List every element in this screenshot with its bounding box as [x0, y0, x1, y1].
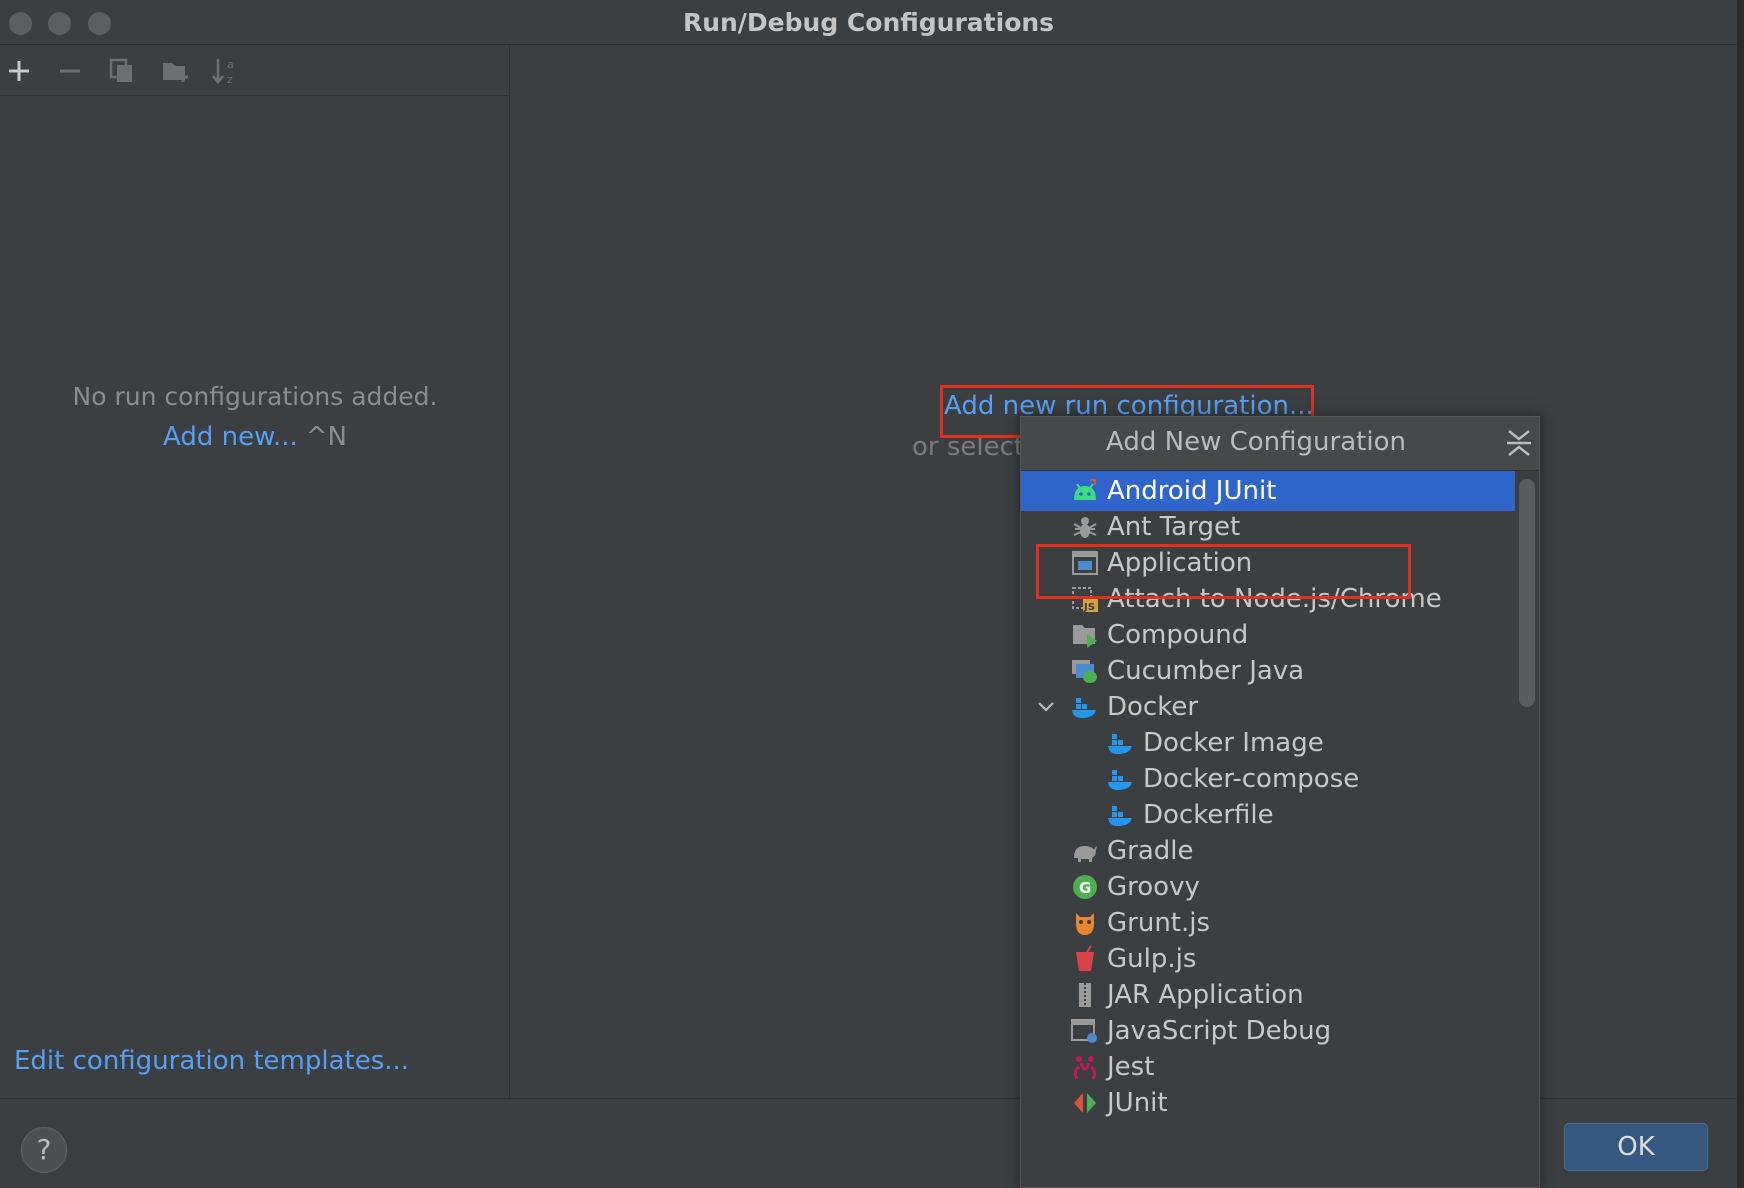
list-item-ant-target[interactable]: Ant Target [1021, 507, 1515, 547]
add-new-link[interactable]: Add new... [163, 422, 298, 452]
jest-icon [1069, 1051, 1101, 1083]
edit-configuration-templates-link[interactable]: Edit configuration templates... [14, 1046, 409, 1076]
list-item-android-junit[interactable]: Android JUnit [1021, 471, 1515, 511]
svg-text:G: G [1079, 879, 1091, 897]
list-item-label: Groovy [1107, 872, 1200, 902]
new-folder-icon[interactable] [158, 54, 192, 88]
docker-icon [1105, 763, 1137, 795]
list-item-gradle[interactable]: Gradle [1021, 831, 1515, 871]
highlight-box-application [1036, 544, 1411, 599]
svg-text:a: a [227, 58, 234, 71]
popup-scrollbar[interactable] [1519, 479, 1535, 707]
list-item-label: Cucumber Java [1107, 656, 1305, 686]
popup-header: Add New Configuration [1021, 417, 1539, 471]
list-item-gulp[interactable]: Gulp.js [1021, 939, 1515, 979]
add-new-row: Add new... ^N [0, 422, 510, 452]
add-new-shortcut: ^N [305, 422, 347, 452]
configurations-toolbar: az [0, 46, 510, 96]
list-item-label: Docker Image [1143, 728, 1324, 758]
list-item-label: JAR Application [1107, 980, 1304, 1010]
list-item-label: Docker [1107, 692, 1199, 722]
collapse-all-icon[interactable] [1505, 427, 1533, 459]
docker-icon [1105, 727, 1137, 759]
compound-folder-icon [1069, 619, 1101, 651]
jar-icon [1069, 979, 1101, 1011]
list-item-label: Jest [1107, 1052, 1155, 1082]
list-item-compound[interactable]: Compound [1021, 615, 1515, 655]
gradle-elephant-icon [1069, 835, 1101, 867]
list-item-label: Docker-compose [1143, 764, 1360, 794]
window-title: Run/Debug Configurations [682, 8, 1055, 37]
help-button[interactable]: ? [21, 1127, 67, 1173]
list-item-label: JUnit [1107, 1088, 1168, 1118]
popup-title: Add New Configuration [1106, 427, 1406, 457]
list-item-jar-application[interactable]: JAR Application [1021, 975, 1515, 1015]
list-item-label: Ant Target [1107, 512, 1241, 542]
add-icon[interactable] [2, 54, 36, 88]
javascript-debug-icon [1069, 1015, 1101, 1047]
remove-icon[interactable] [53, 54, 87, 88]
configurations-tree-pane: az No run configurations added. Add new.… [0, 46, 510, 1098]
list-item-label: Gulp.js [1107, 944, 1197, 974]
list-item-label: Gradle [1107, 836, 1194, 866]
title-bar: Run/Debug Configurations [0, 0, 1737, 45]
list-item-cucumber-java[interactable]: Cucumber Java [1021, 651, 1515, 691]
ok-button[interactable]: OK [1564, 1123, 1708, 1171]
sort-alphabetically-icon[interactable]: az [208, 54, 242, 88]
list-item-jest[interactable]: Jest [1021, 1047, 1515, 1087]
svg-text:z: z [227, 73, 233, 86]
docker-icon [1105, 799, 1137, 831]
junit-icon [1069, 1087, 1101, 1119]
copy-icon[interactable] [105, 54, 139, 88]
list-item-dockerfile[interactable]: Dockerfile [1021, 795, 1515, 835]
empty-configurations-message: No run configurations added. [72, 382, 438, 411]
cucumber-icon [1069, 655, 1101, 687]
docker-icon [1069, 691, 1101, 723]
list-item-groovy[interactable]: G Groovy [1021, 867, 1515, 907]
list-item-docker-image[interactable]: Docker Image [1021, 723, 1515, 763]
ant-icon [1069, 511, 1101, 543]
grunt-icon [1069, 907, 1101, 939]
svg-text:JS: JS [1083, 602, 1095, 613]
list-item-label: Grunt.js [1107, 908, 1211, 938]
list-item-grunt[interactable]: Grunt.js [1021, 903, 1515, 943]
list-item-docker-compose[interactable]: Docker-compose [1021, 759, 1515, 799]
add-new-configuration-popup: Add New Configuration Android JUnit Ant … [1020, 416, 1540, 1188]
list-item-docker[interactable]: Docker [1021, 687, 1515, 727]
android-icon [1069, 475, 1101, 507]
list-item-javascript-debug[interactable]: JavaScript Debug [1021, 1011, 1515, 1051]
groovy-icon: G [1069, 871, 1101, 903]
gulp-cup-icon [1069, 943, 1101, 975]
list-item-junit[interactable]: JUnit [1021, 1083, 1515, 1123]
list-item-label: Compound [1107, 620, 1249, 650]
chevron-down-icon[interactable] [1035, 696, 1057, 718]
window-edge [1737, 0, 1744, 1188]
list-item-label: JavaScript Debug [1107, 1016, 1332, 1046]
list-item-label: Android JUnit [1107, 476, 1277, 506]
list-item-label: Dockerfile [1143, 800, 1274, 830]
